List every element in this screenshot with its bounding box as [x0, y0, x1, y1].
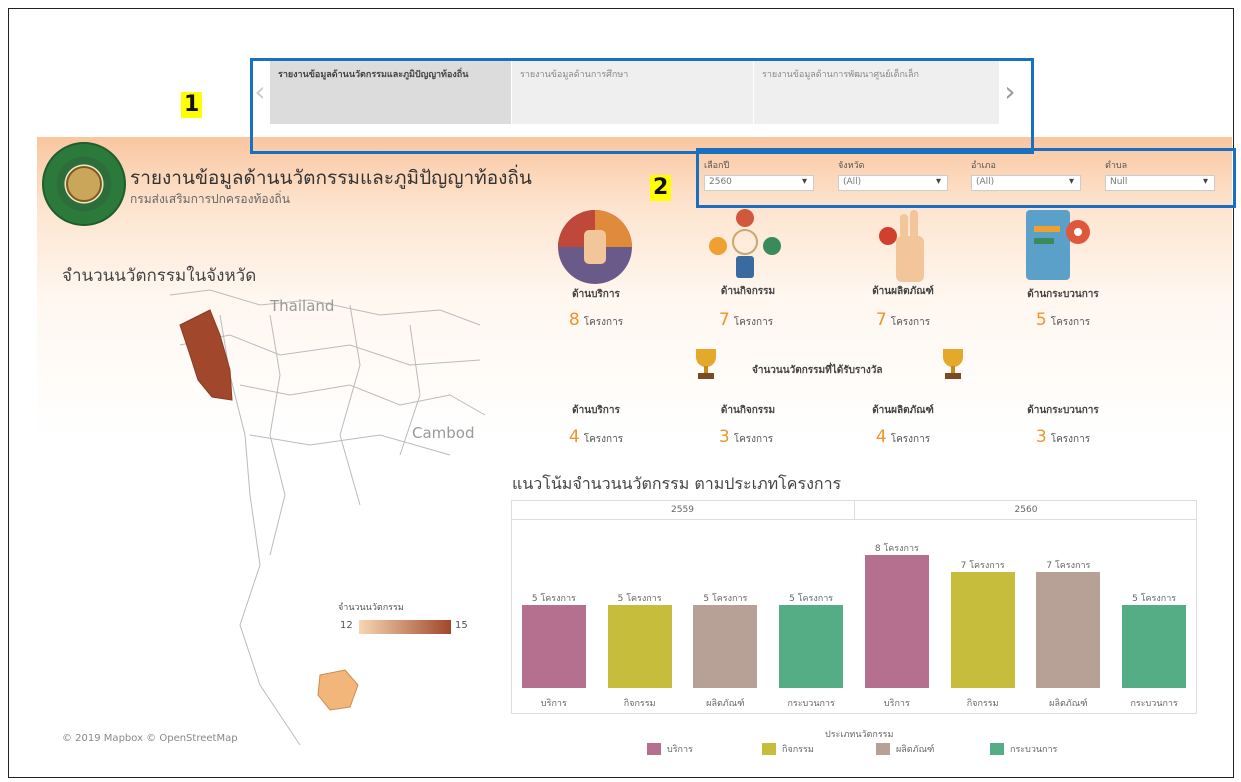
legend-service[interactable]: บริการ — [647, 742, 693, 756]
legend-product[interactable]: ผลิตภัณฑ์ — [876, 742, 934, 756]
province-map[interactable]: Thailand Cambod — [150, 285, 490, 765]
bar-2560-กระบวนการ[interactable] — [1122, 605, 1187, 688]
map-legend-gradient — [359, 620, 451, 634]
highlighted-province[interactable] — [179, 309, 233, 401]
category-process-count: 5 โครงการ — [1035, 310, 1091, 330]
trophy-icon-right — [943, 349, 963, 379]
activity-icon — [709, 209, 781, 278]
award-activity-label: ด้านกิจกรรม — [720, 405, 776, 416]
bar-value-label: 8 โครงการ — [874, 544, 919, 555]
filter-province-label: จังหวัด — [838, 161, 865, 171]
bar-2560-ผลิตภัณฑ์[interactable] — [1036, 571, 1101, 688]
bar-value-label: 5 โครงการ — [531, 594, 576, 604]
x-tick-label: กระบวนการ — [1130, 699, 1178, 709]
category-activity-label: ด้านกิจกรรม — [720, 286, 776, 297]
category-process-label: ด้านกระบวนการ — [1027, 289, 1099, 300]
bar-2559-กิจกรรม[interactable] — [607, 605, 672, 688]
legend-process[interactable]: กระบวนการ — [990, 742, 1057, 756]
chart-panel-header-2559: 2559 — [511, 500, 854, 520]
chart-title: แนวโน้มจำนวนนวัตกรรม ตามประเภทโครงการ — [512, 474, 842, 493]
filter-district-select[interactable]: (All) — [971, 175, 1081, 191]
filter-district: อำเภอ (All) — [971, 158, 1081, 191]
filter-subdistrict: ตำบล Null — [1105, 158, 1215, 191]
x-tick-label: กิจกรรม — [966, 699, 999, 709]
award-process-label: ด้านกระบวนการ — [1027, 405, 1099, 416]
secondary-province[interactable] — [317, 669, 359, 711]
map-label-thailand: Thailand — [269, 297, 334, 315]
x-tick-label: กิจกรรม — [623, 699, 656, 709]
marker-1: 1 — [181, 92, 203, 118]
award-activity-count: 3 โครงการ — [718, 427, 774, 447]
process-icon — [1026, 210, 1090, 280]
legend-activity[interactable]: กิจกรรม — [762, 742, 814, 756]
bar-2560-บริการ[interactable] — [864, 555, 929, 688]
bar-value-label: 5 โครงการ — [1132, 594, 1177, 604]
map-legend-title: จำนวนนวัตกรรม — [338, 603, 404, 613]
filter-district-label: อำเภอ — [971, 161, 996, 171]
filter-subdistrict-select[interactable]: Null — [1105, 175, 1215, 191]
award-product-label: ด้านผลิตภัณฑ์ — [872, 405, 934, 416]
bar-2560-กิจกรรม[interactable] — [950, 571, 1015, 688]
x-tick-label: ผลิตภัณฑ์ — [1049, 699, 1088, 709]
award-service-count: 4 โครงการ — [568, 427, 624, 447]
filter-subdistrict-label: ตำบล — [1105, 161, 1128, 171]
map-label-cambodia: Cambod — [412, 424, 475, 442]
bar-2559-กระบวนการ[interactable] — [779, 605, 844, 688]
bar-2559-ผลิตภัณฑ์[interactable] — [693, 605, 758, 688]
x-tick-label: ผลิตภัณฑ์ — [706, 699, 745, 709]
page-title: รายงานข้อมูลด้านนวัตกรรมและภูมิปัญญาท้อง… — [130, 167, 532, 189]
marker-2: 2 — [650, 175, 672, 201]
bar-value-label: 7 โครงการ — [1046, 560, 1091, 571]
filter-year: เลือกปี 2560 — [704, 158, 814, 191]
filter-year-select[interactable]: 2560 — [704, 175, 814, 191]
filter-province: จังหวัด (All) — [838, 158, 948, 191]
chart-legend-title: ประเภทนวัตกรรม — [825, 730, 894, 740]
category-product-count: 7 โครงการ — [875, 310, 931, 330]
bar-value-label: 5 โครงการ — [703, 594, 748, 604]
bar-value-label: 7 โครงการ — [960, 560, 1005, 571]
filter-year-label: เลือกปี — [704, 161, 730, 171]
award-title: จำนวนนวัตกรรมที่ได้รับรางวัล — [752, 365, 883, 376]
product-icon — [879, 210, 924, 282]
page-subtitle: กรมส่งเสริมการปกครองท้องถิ่น — [130, 192, 290, 206]
category-service-label: ด้านบริการ — [572, 289, 620, 300]
x-tick-label: กระบวนการ — [787, 699, 835, 709]
award-product-count: 4 โครงการ — [875, 427, 931, 447]
category-service-count: 8 โครงการ — [568, 310, 624, 330]
category-product-label: ด้านผลิตภัณฑ์ — [872, 286, 934, 297]
bar-value-label: 5 โครงการ — [617, 594, 662, 604]
tabs-highlight — [250, 58, 1034, 154]
chart-panel-header-2560: 2560 — [854, 500, 1197, 520]
filter-province-select[interactable]: (All) — [838, 175, 948, 191]
category-activity-count: 7 โครงการ — [718, 310, 774, 330]
award-service-label: ด้านบริการ — [572, 405, 620, 416]
map-legend-min: 12 — [340, 620, 353, 631]
bar-2559-บริการ[interactable] — [521, 605, 586, 688]
x-tick-label: บริการ — [540, 699, 567, 709]
trophy-icon-left — [696, 349, 716, 379]
bar-value-label: 5 โครงการ — [789, 594, 834, 604]
map-legend-max: 15 — [455, 620, 468, 631]
dla-logo — [42, 142, 126, 226]
x-tick-label: บริการ — [883, 699, 910, 709]
map-copyright: © 2019 Mapbox © OpenStreetMap — [62, 733, 238, 744]
service-icon — [558, 210, 632, 284]
award-process-count: 3 โครงการ — [1035, 427, 1091, 447]
